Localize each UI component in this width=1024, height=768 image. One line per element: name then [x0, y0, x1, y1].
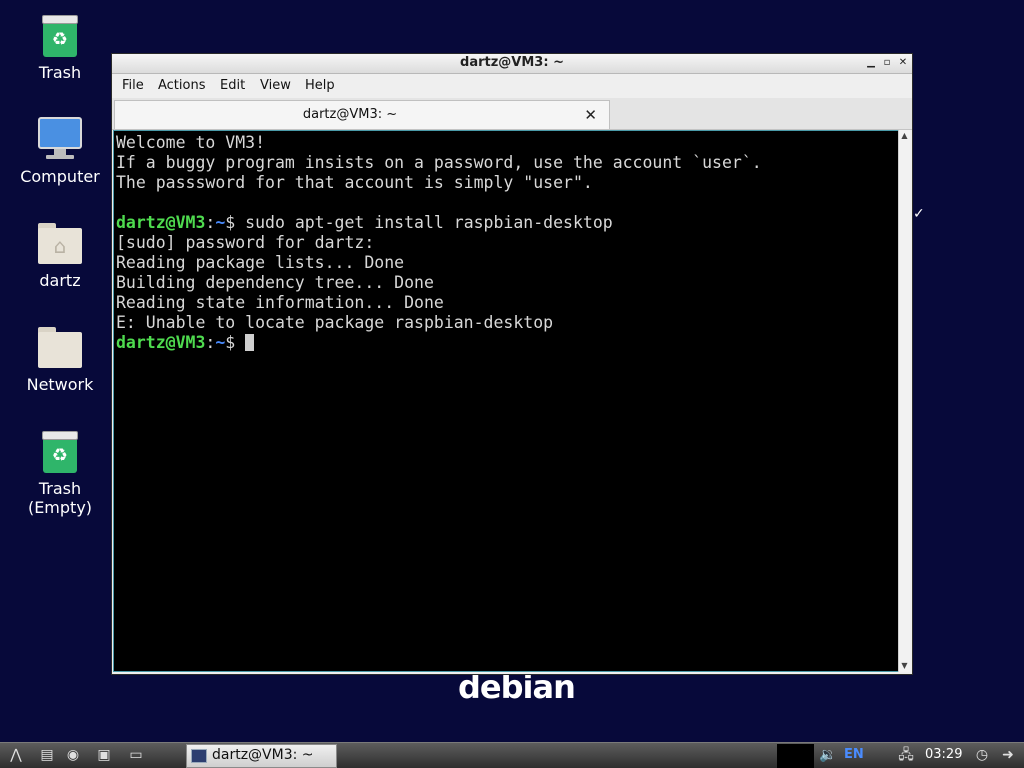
terminal-window[interactable]: dartz@VM3: ~ ▁ ▫ ✕ File Actions Edit Vie…: [111, 53, 913, 675]
terminal-line: $ sudo apt-get install raspbian-desktop: [225, 213, 613, 232]
menu-help[interactable]: Help: [305, 78, 335, 93]
desktop-icon-label: Computer: [20, 167, 100, 186]
clock-applet-icon[interactable]: ◷: [972, 746, 992, 765]
close-icon[interactable]: ✕: [896, 56, 910, 70]
show-desktop-icon[interactable]: ▣: [94, 746, 114, 765]
terminal-launcher-icon[interactable]: ▭: [126, 746, 146, 765]
menu-file[interactable]: File: [122, 78, 144, 93]
terminal-line: E: Unable to locate package raspbian-des…: [116, 313, 554, 332]
taskbar-window-button[interactable]: dartz@VM3: ~: [186, 744, 337, 768]
desktop-icon-trash-empty[interactable]: ♻ Trash (Empty): [10, 427, 110, 517]
logout-icon[interactable]: ➜: [998, 746, 1018, 765]
menu-view[interactable]: View: [260, 78, 291, 93]
clock[interactable]: 03:29: [925, 747, 962, 762]
tab-bar: dartz@VM3: ~ ✕: [112, 98, 912, 130]
desktop-icon-label: Network: [26, 375, 94, 394]
computer-icon: [36, 115, 84, 163]
terminal-line: Reading state information... Done: [116, 293, 444, 312]
start-menu-icon[interactable]: ⋀: [6, 746, 26, 765]
terminal-output[interactable]: Welcome to VM3! If a buggy program insis…: [113, 130, 899, 672]
window-titlebar[interactable]: dartz@VM3: ~ ▁ ▫ ✕: [112, 54, 912, 74]
desktop-icon-home[interactable]: ⌂ dartz: [10, 219, 110, 290]
desktop-icon-label: Trash (Empty): [27, 479, 93, 517]
scroll-up-icon[interactable]: ▲: [899, 130, 910, 142]
desktop-icon-computer[interactable]: Computer: [10, 115, 110, 186]
desktop-icon-label: Trash: [38, 63, 82, 82]
menu-actions[interactable]: Actions: [158, 78, 206, 93]
terminal-line: If a buggy program insists on a password…: [116, 153, 762, 172]
menu-edit[interactable]: Edit: [220, 78, 245, 93]
menubar: File Actions Edit View Help: [112, 74, 912, 98]
minimize-icon[interactable]: ▁: [864, 56, 878, 70]
wallpaper-mark: ✓: [913, 206, 925, 222]
prompt-path: ~: [215, 213, 226, 232]
desktop-icon-label: dartz: [39, 271, 81, 290]
scroll-down-icon[interactable]: ▼: [899, 660, 910, 672]
terminal-window-icon: [191, 749, 207, 763]
taskbar: ⋀ ▤ ◉ ▣ ▭ dartz@VM3: ~ 🔉 EN 🖧 03:29 ◷ ➜: [0, 742, 1024, 768]
tab-title: dartz@VM3: ~: [302, 107, 398, 122]
taskbar-window-label: dartz@VM3: ~: [212, 747, 314, 763]
web-browser-icon[interactable]: ◉: [63, 746, 83, 765]
desktop: { "desktop": { "icons": [ {"label": "Tra…: [0, 0, 1024, 768]
terminal-line: Reading package lists... Done: [116, 253, 405, 272]
terminal-line: Building dependency tree... Done: [116, 273, 434, 292]
close-tab-icon[interactable]: ✕: [584, 106, 597, 124]
keyboard-language[interactable]: EN: [844, 747, 864, 762]
prompt-user: dartz@VM3: [116, 213, 206, 232]
desktop-icon-network[interactable]: Network: [10, 323, 110, 394]
window-title: dartz@VM3: ~: [460, 55, 564, 70]
file-manager-icon[interactable]: ▤: [37, 746, 57, 765]
terminal-scrollbar[interactable]: ▲ ▼: [898, 130, 910, 672]
prompt-user: dartz@VM3: [116, 333, 206, 352]
text-cursor: [245, 334, 255, 351]
trash-empty-icon: ♻: [36, 427, 84, 475]
terminal-line: [sudo] password for dartz:: [116, 233, 375, 252]
trash-icon: ♻: [36, 11, 84, 59]
terminal-text: Welcome to VM3! If a buggy program insis…: [116, 133, 762, 352]
tab-terminal[interactable]: dartz@VM3: ~ ✕: [114, 100, 610, 129]
desktop-icon-trash[interactable]: ♻ Trash: [10, 11, 110, 82]
tray-applet: [777, 744, 814, 768]
network-folder-icon: [36, 323, 84, 371]
volume-icon[interactable]: 🔉: [818, 746, 838, 765]
terminal-line: $: [225, 333, 246, 352]
terminal-line: Welcome to VM3!: [116, 133, 266, 152]
prompt-path: ~: [215, 333, 226, 352]
terminal-line: The passsword for that account is simply…: [116, 173, 593, 192]
home-folder-icon: ⌂: [36, 219, 84, 267]
maximize-icon[interactable]: ▫: [880, 56, 894, 70]
network-icon[interactable]: 🖧: [896, 746, 916, 765]
